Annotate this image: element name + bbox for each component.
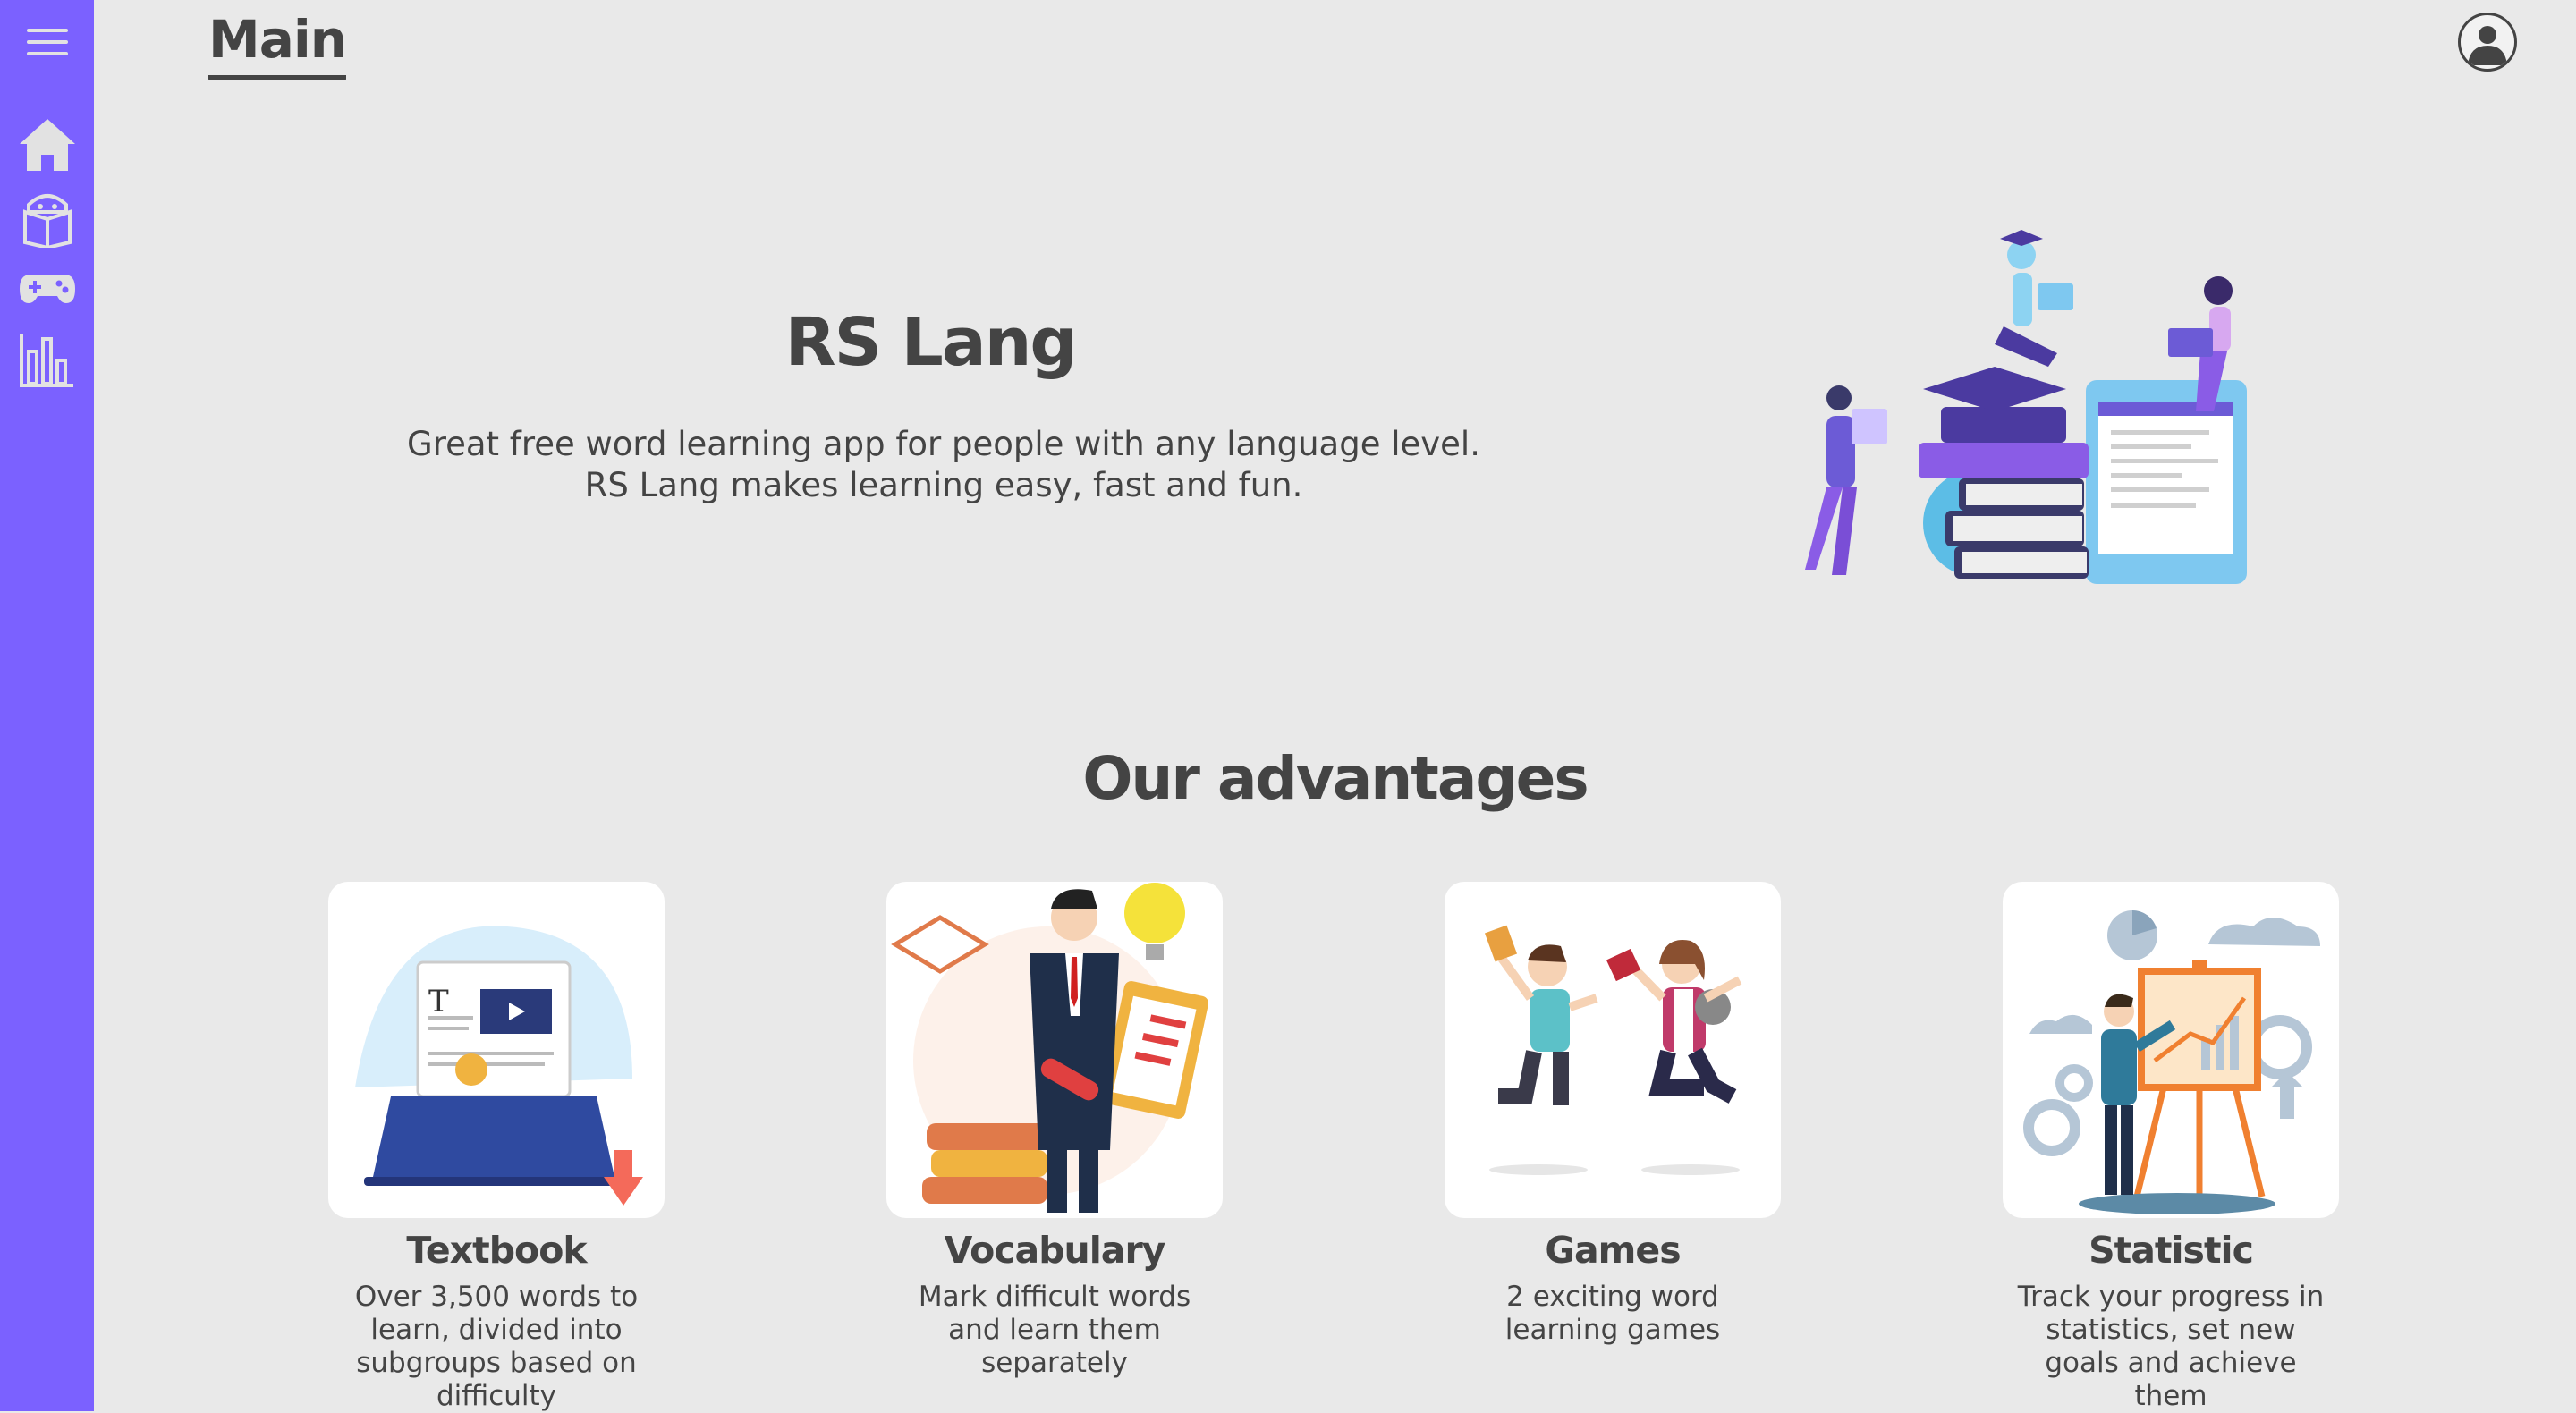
students-books-illustration (1805, 230, 2247, 584)
advantages-title: Our advantages (1082, 744, 1589, 813)
vocabulary-card-image[interactable] (886, 882, 1223, 1218)
vocabulary-card-title: Vocabulary (944, 1229, 1166, 1272)
advantage-card-vocabulary: Vocabulary Mark difficult words and lear… (867, 882, 1242, 1380)
presentation-statistics-illustration (2023, 910, 2320, 1214)
advantage-card-games: Games 2 exciting word learning games (1425, 882, 1801, 1347)
statistic-card-image[interactable] (2003, 882, 2339, 1218)
hero-description-line-1: Great free word learning app for people … (407, 425, 1480, 463)
book-icon (23, 194, 72, 248)
user-avatar-button[interactable] (2458, 13, 2517, 72)
textbook-card-title: Textbook (406, 1229, 587, 1272)
games-card-title: Games (1545, 1229, 1681, 1272)
user-icon (2468, 26, 2507, 65)
advantage-card-textbook: T Textbook Over 3,500 words to learn, di… (309, 882, 684, 1413)
statistic-card-title: Statistic (2089, 1229, 2254, 1272)
statistic-card-description: Track your progress in statistics, set n… (2017, 1281, 2325, 1412)
sidebar-item-main[interactable] (16, 114, 79, 176)
hero-description: Great free word learning app for people … (0, 424, 1887, 506)
businessman-books-illustration (891, 883, 1209, 1213)
textbook-card-description: Over 3,500 words to learn, divided into … (354, 1281, 639, 1412)
games-card-image[interactable] (1445, 882, 1781, 1218)
sidebar (0, 0, 94, 1411)
sidebar-item-textbook[interactable] (16, 185, 79, 248)
page-title: Main (208, 9, 347, 80)
svg-text:T: T (428, 984, 449, 1020)
games-card-description: 2 exciting word learning games (1504, 1281, 1721, 1346)
menu-button[interactable] (16, 11, 79, 73)
hero-description-line-2: RS Lang makes learning easy, fast and fu… (584, 466, 1303, 504)
home-icon (20, 119, 75, 171)
laptop-reading-illustration: T (355, 926, 643, 1206)
advantage-card-statistic: Statistic Track your progress in statist… (1983, 882, 2359, 1413)
jumping-students-illustration (1484, 925, 1742, 1175)
textbook-card-image[interactable]: T (328, 882, 665, 1218)
hamburger-icon (27, 29, 68, 55)
vocabulary-card-description: Mark difficult words and learn them sepa… (918, 1281, 1191, 1379)
hero-title: RS Lang (784, 304, 1078, 381)
